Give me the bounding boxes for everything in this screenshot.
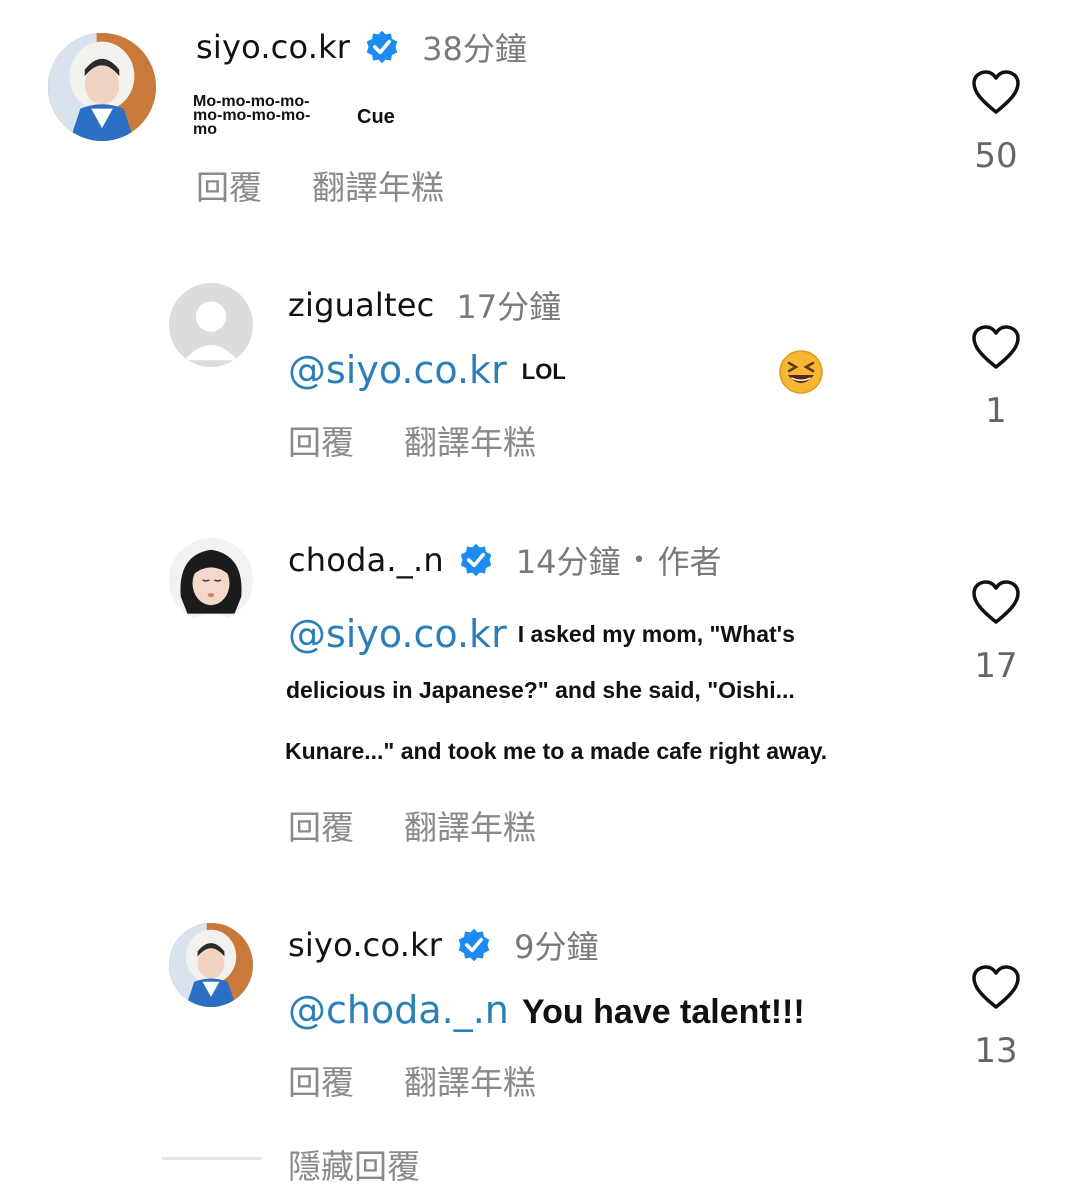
username[interactable]: siyo.co.kr — [196, 28, 350, 66]
verified-badge-icon — [460, 543, 492, 577]
like-count: 50 — [974, 136, 1018, 176]
comment-text: @siyo.co.kr I asked my mom, "What's — [288, 612, 795, 656]
reply-button[interactable]: 回覆 — [288, 416, 354, 464]
heart-icon[interactable] — [971, 580, 1021, 626]
avatar[interactable] — [169, 283, 253, 367]
comment-text: @siyo.co.kr LOL — [288, 348, 566, 392]
laughing-face-emoji — [779, 350, 823, 394]
comment-text-line: I asked my mom, "What's — [517, 621, 795, 647]
reply-button[interactable]: 回覆 — [288, 1056, 354, 1104]
comment-text-body: You have talent!!! — [521, 993, 805, 1031]
timestamp: 38分鐘 — [422, 30, 527, 68]
timestamp: 17分鐘 — [456, 288, 562, 326]
timestamp: 14分鐘 — [515, 543, 621, 581]
avatar[interactable] — [169, 538, 253, 622]
comment-text-line: Kunare..." and took me to a made cafe ri… — [285, 738, 828, 764]
username[interactable]: choda._.n — [288, 541, 444, 579]
reply-button[interactable]: 回覆 — [288, 801, 354, 849]
mention-link[interactable]: @siyo.co.kr — [288, 348, 507, 392]
mention-link[interactable]: @choda._.n — [288, 988, 509, 1032]
avatar-photo-icon — [169, 538, 253, 622]
like-count: 1 — [985, 391, 1007, 431]
avatar-photo-icon — [48, 33, 156, 141]
username[interactable]: siyo.co.kr — [288, 926, 442, 964]
translate-button[interactable]: 翻譯年糕 — [404, 1056, 536, 1104]
comment-text: @choda._.n You have talent!!! — [288, 988, 805, 1032]
heart-icon[interactable] — [971, 70, 1021, 116]
avatar[interactable] — [48, 33, 156, 141]
translate-button[interactable]: 翻譯年糕 — [404, 416, 536, 464]
avatar[interactable] — [169, 923, 253, 1007]
mention-link[interactable]: @siyo.co.kr — [288, 612, 507, 656]
like-count: 17 — [974, 646, 1018, 686]
divider — [162, 1157, 262, 1160]
comment-text-line: delicious in Japanese?" and she said, "O… — [286, 677, 795, 703]
reply-button[interactable]: 回覆 — [196, 161, 262, 209]
timestamp: 9分鐘 — [514, 928, 599, 966]
comment-text-extra: Cue — [357, 106, 395, 128]
heart-icon[interactable] — [971, 325, 1021, 371]
translate-button[interactable]: 翻譯年糕 — [404, 801, 536, 849]
comment-text-body: LOL — [521, 359, 566, 384]
default-avatar-icon — [169, 283, 253, 367]
username[interactable]: zigualtec — [288, 286, 434, 324]
separator-dot: • — [632, 547, 646, 573]
verified-badge-icon — [366, 30, 398, 64]
verified-badge-icon — [458, 928, 490, 962]
avatar-photo-icon — [169, 923, 253, 1007]
translate-button[interactable]: 翻譯年糕 — [312, 161, 444, 209]
comment-text: Mo-mo-mo-mo- mo-mo-mo-mo- mo — [193, 94, 310, 138]
hide-replies-button[interactable]: 隱藏回覆 — [288, 1140, 420, 1188]
author-label: 作者 — [657, 543, 722, 581]
comment-text-line: mo — [193, 121, 217, 138]
heart-icon[interactable] — [971, 965, 1021, 1011]
like-count: 13 — [974, 1031, 1018, 1071]
